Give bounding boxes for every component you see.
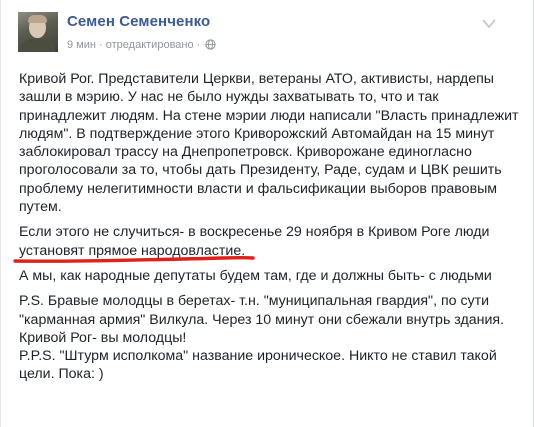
author-name[interactable]: Семен Семенченко [67,13,210,30]
globe-icon [205,39,217,53]
post-meta: 9 мин · отредактировано · [67,39,217,53]
edited-label[interactable]: отредактировано [106,39,194,51]
post-time[interactable]: 9 мин [67,39,96,51]
meta-separator: · [196,39,201,51]
chevron-down-icon[interactable] [481,17,497,29]
post-card: Семен Семенченко 9 мин · отредактировано… [0,0,534,427]
red-underline-annotation [13,255,255,263]
post-paragraph: Кривой Рог. Представители Церкви, ветера… [19,71,519,216]
avatar-hair [28,15,47,23]
post-text: Кривой Рог. Представители Церкви, ветера… [19,70,524,391]
post-paragraph: P.S. Бравые молодцы в беретах- т.н. "мун… [19,293,505,346]
avatar[interactable] [18,12,58,52]
post-paragraph: А мы, как народные депутаты будем там, г… [19,267,492,284]
post-paragraph: P.P.S. "Штурм исполкома" название иронич… [19,348,497,383]
meta-separator: · [99,39,103,51]
avatar-body [21,39,55,52]
